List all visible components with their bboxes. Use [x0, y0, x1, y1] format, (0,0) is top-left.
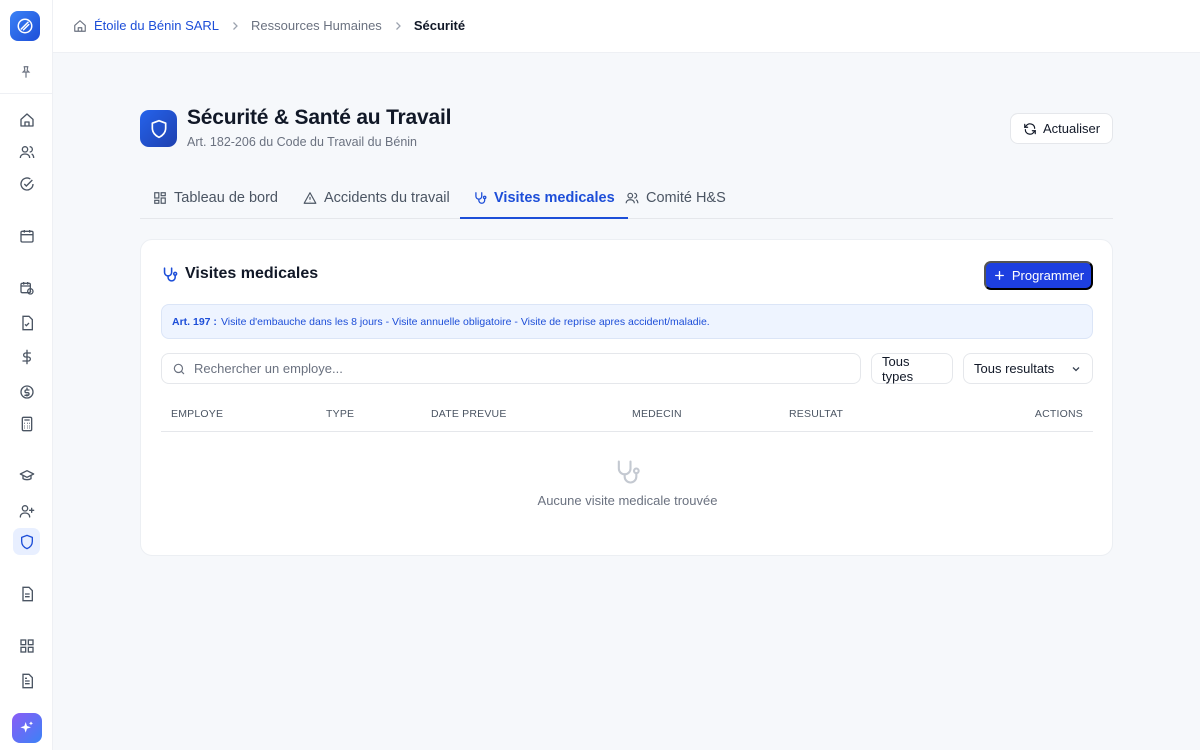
home-icon — [74, 19, 86, 32]
sidebar-item-security[interactable] — [13, 528, 40, 555]
search-input[interactable] — [194, 361, 834, 376]
users-icon — [625, 192, 639, 204]
tab-accidents[interactable]: Accidents du travail — [290, 178, 463, 218]
card-title: Visites medicales — [161, 265, 318, 283]
tab-bar: Tableau de bord Accidents du travail Vis… — [140, 178, 1113, 219]
ai-assistant-button[interactable] — [12, 713, 42, 743]
result-filter-select[interactable]: Tous resultats — [963, 353, 1093, 384]
type-filter-value: Tous types — [882, 353, 914, 384]
chevron-down-icon — [1072, 366, 1080, 371]
user-plus-icon — [19, 504, 34, 518]
stethoscope-icon — [163, 266, 178, 282]
file-check-icon — [21, 315, 33, 330]
calendar-icon — [19, 229, 34, 243]
column-header-result[interactable]: RESULTAT — [789, 408, 843, 420]
calendar-clock-icon — [19, 281, 34, 295]
sidebar-item-home[interactable] — [13, 106, 40, 133]
sidebar-item-apps[interactable] — [13, 632, 40, 659]
refresh-label: Actualiser — [1042, 121, 1101, 136]
tab-label: Visites medicales — [494, 189, 615, 206]
sidebar-item-files[interactable] — [13, 667, 40, 694]
sidebar-item-tasks[interactable] — [13, 170, 40, 197]
check-circle-icon — [19, 176, 34, 191]
stethoscope-icon — [613, 458, 641, 486]
tab-label: Tableau de bord — [174, 190, 278, 206]
type-filter-select[interactable]: Tous types — [871, 353, 953, 384]
sidebar-divider — [0, 93, 53, 94]
sparkles-icon — [20, 721, 33, 733]
tab-medical-visits[interactable]: Visites medicales — [460, 178, 628, 219]
legal-info-banner: Art. 197 : Visite d'embauche dans les 8 … — [161, 304, 1093, 339]
schedule-visit-button[interactable]: Programmer — [984, 261, 1093, 290]
users-icon — [19, 145, 34, 158]
info-article: Art. 197 : — [172, 315, 217, 328]
dollar-icon — [21, 349, 31, 364]
dollar-circle-icon — [19, 384, 34, 399]
chevron-right-icon — [392, 20, 404, 32]
home-icon — [19, 112, 34, 127]
app-logo[interactable] — [10, 11, 40, 41]
calculator-icon — [21, 416, 32, 431]
dashboard-icon — [154, 192, 166, 204]
page-title: Sécurité & Santé au Travail — [187, 106, 452, 129]
chevron-right-icon — [229, 20, 241, 32]
graduation-cap-icon — [19, 469, 34, 480]
logo-icon — [17, 18, 33, 34]
tab-committee[interactable]: Comité H&S — [612, 178, 739, 218]
sidebar-item-calendar[interactable] — [13, 222, 40, 249]
pin-icon[interactable] — [19, 65, 33, 79]
schedule-visit-label: Programmer — [1011, 268, 1085, 283]
tab-label: Comité H&S — [646, 190, 726, 206]
shield-icon — [20, 534, 33, 549]
refresh-icon — [1024, 122, 1036, 135]
warning-icon — [303, 192, 317, 204]
sidebar-item-finance[interactable] — [13, 378, 40, 405]
column-header-type[interactable]: TYPE — [326, 408, 354, 420]
medical-visits-card: Visites medicales Programmer Art. 197 : … — [140, 239, 1113, 556]
breadcrumb-current: Sécurité — [413, 18, 466, 33]
breadcrumb: Étoile du Bénin SARL Ressources Humaines… — [73, 18, 465, 33]
sidebar-item-training[interactable] — [13, 462, 40, 489]
sidebar-item-schedule[interactable] — [13, 274, 40, 301]
sidebar-item-calculator[interactable] — [13, 410, 40, 437]
column-header-actions: ACTIONS — [1034, 408, 1083, 420]
column-header-date[interactable]: DATE PREVUE — [431, 408, 507, 420]
grid-icon — [19, 638, 34, 653]
table-header: EMPLOYE TYPE DATE PREVUE MEDECIN RESULTA… — [161, 398, 1093, 432]
search-box — [161, 353, 861, 384]
page-icon-badge — [140, 110, 177, 147]
breadcrumb-company[interactable]: Étoile du Bénin SARL — [94, 18, 219, 33]
sidebar-item-recruitment[interactable] — [13, 497, 40, 524]
tab-label: Accidents du travail — [324, 190, 450, 206]
result-filter-value: Tous resultats — [974, 361, 1055, 376]
sidebar — [0, 0, 53, 750]
sidebar-item-payroll[interactable] — [13, 343, 40, 370]
refresh-button[interactable]: Actualiser — [1010, 113, 1113, 144]
document-icon — [21, 673, 33, 688]
sidebar-item-documents-check[interactable] — [13, 309, 40, 336]
page-subtitle: Art. 182-206 du Code du Travail du Bénin — [187, 135, 418, 149]
empty-state-message: Aucune visite medicale trouvée — [537, 493, 718, 508]
file-text-icon — [21, 586, 33, 601]
sidebar-item-reports[interactable] — [13, 580, 40, 607]
card-title-text: Visites medicales — [185, 265, 319, 282]
shield-icon — [151, 119, 166, 138]
info-text: Visite d'embauche dans les 8 jours - Vis… — [220, 315, 710, 328]
column-header-doctor[interactable]: MEDECIN — [632, 408, 682, 420]
search-icon — [173, 363, 185, 374]
tab-dashboard[interactable]: Tableau de bord — [140, 178, 291, 218]
plus-icon — [994, 271, 1004, 280]
top-bar: Étoile du Bénin SARL Ressources Humaines… — [53, 0, 1200, 53]
sidebar-item-employees[interactable] — [13, 138, 40, 165]
breadcrumb-section[interactable]: Ressources Humaines — [251, 18, 382, 33]
stethoscope-icon — [475, 191, 487, 204]
column-header-employee[interactable]: EMPLOYE — [171, 408, 223, 420]
